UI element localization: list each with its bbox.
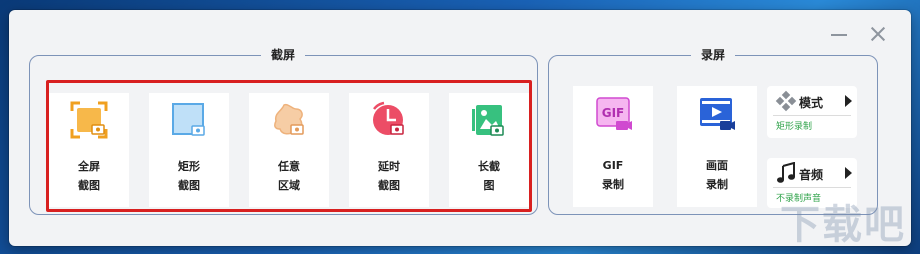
- delayed-capture-button[interactable]: 延时 截图: [349, 93, 429, 207]
- delayed-capture-label-1: 延时: [378, 160, 400, 173]
- rectangle-capture-label-2: 截图: [178, 179, 200, 192]
- freeform-capture-button[interactable]: 任意 区域: [249, 93, 329, 207]
- rectangle-capture-label-1: 矩形: [178, 160, 200, 173]
- mode-value: 矩形录制: [776, 122, 813, 132]
- mode-icon: [775, 90, 797, 112]
- svg-text:GIF: GIF: [602, 106, 625, 120]
- rectangle-capture-button[interactable]: 矩形 截图: [149, 93, 229, 207]
- gif-record-icon: GIF: [596, 97, 632, 130]
- freeform-capture-label-2: 区域: [278, 179, 300, 192]
- screen-record-label-2: 录制: [706, 178, 728, 191]
- audio-expand-arrow-icon[interactable]: [845, 167, 852, 179]
- gif-record-label-1: GIF: [602, 159, 624, 172]
- mode-title: 模式: [799, 96, 824, 110]
- gif-record-button[interactable]: GIF GIF 录制: [573, 86, 653, 207]
- scrolling-capture-label-2: 图: [483, 179, 495, 192]
- close-button[interactable]: [868, 24, 888, 44]
- watermark: 下载吧: [780, 201, 906, 248]
- freeform-capture-label-1: 任意: [278, 160, 300, 173]
- screenshot-group-title: 截屏: [261, 47, 306, 63]
- record-mode-selector[interactable]: 模式 矩形录制: [767, 86, 857, 138]
- minimize-button[interactable]: [829, 24, 849, 44]
- scrolling-capture-icon: [472, 105, 504, 136]
- delayed-capture-icon: [373, 101, 404, 135]
- rectangle-capture-icon: [172, 103, 205, 136]
- fullscreen-capture-label-1: 全屏: [78, 160, 100, 173]
- screen-record-icon: [700, 98, 735, 130]
- freeform-capture-icon: [274, 103, 304, 135]
- music-note-icon: [777, 162, 795, 183]
- gif-record-label-2: 录制: [602, 178, 624, 191]
- fullscreen-capture-icon: [70, 101, 108, 139]
- scrolling-capture-button[interactable]: 长截 图: [449, 93, 529, 207]
- audio-divider: [773, 187, 851, 188]
- mode-expand-arrow-icon[interactable]: [845, 95, 852, 107]
- delayed-capture-label-2: 截图: [378, 179, 400, 192]
- record-group-title: 录屏: [691, 47, 736, 63]
- fullscreen-capture-button[interactable]: 全屏 截图: [49, 93, 129, 207]
- fullscreen-capture-label-2: 截图: [78, 179, 100, 192]
- screen-record-button[interactable]: 画面 录制: [677, 86, 757, 207]
- mode-divider: [773, 115, 851, 116]
- scrolling-capture-label-1: 长截: [478, 160, 500, 173]
- audio-title: 音频: [799, 168, 824, 182]
- screen-record-label-1: 画面: [706, 159, 728, 172]
